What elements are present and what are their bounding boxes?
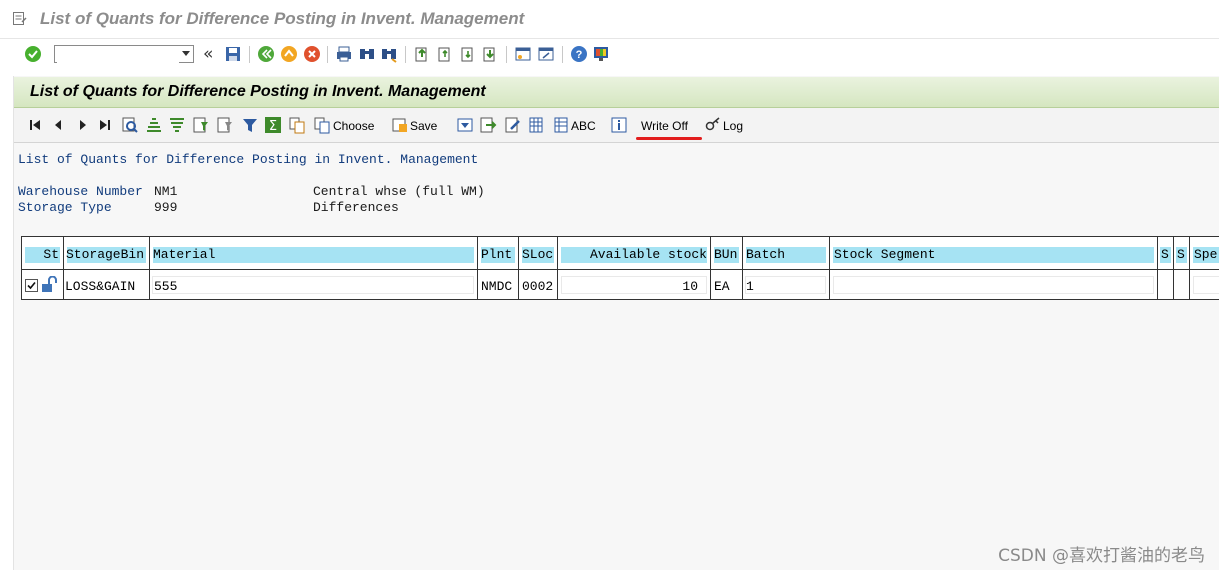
abc-analysis-icon[interactable] bbox=[552, 116, 570, 134]
work-area bbox=[13, 76, 1219, 570]
cell-material[interactable]: 555 bbox=[150, 269, 478, 300]
save-icon[interactable] bbox=[224, 45, 242, 63]
row-status-cell bbox=[22, 269, 64, 300]
exit-icon[interactable] bbox=[280, 45, 298, 63]
cell-s1[interactable] bbox=[1158, 269, 1174, 300]
next-row-icon[interactable] bbox=[74, 116, 92, 134]
delete-filter-icon[interactable] bbox=[216, 116, 234, 134]
spreadsheet-icon[interactable] bbox=[527, 116, 545, 134]
column-header-plnt[interactable]: Plnt bbox=[478, 237, 519, 269]
svg-text:?: ? bbox=[576, 49, 583, 61]
last-page-icon[interactable] bbox=[481, 45, 499, 63]
title-bar: List of Quants for Difference Posting in… bbox=[0, 0, 1219, 38]
edit-icon[interactable] bbox=[504, 116, 522, 134]
warehouse-value: NM1 bbox=[154, 184, 178, 199]
cell-special-stock[interactable] bbox=[1190, 269, 1219, 300]
column-header-material[interactable]: Material bbox=[150, 237, 478, 269]
choose-icon[interactable] bbox=[313, 116, 331, 134]
table-row[interactable]: LOSS&GAIN 555 NMDC 0002 10 EA 1 bbox=[22, 269, 1219, 300]
column-header-storagebin[interactable]: StorageBin bbox=[64, 237, 150, 269]
shortcut-icon[interactable] bbox=[537, 45, 555, 63]
save-button[interactable]: Save bbox=[410, 119, 437, 133]
find-next-icon[interactable] bbox=[380, 45, 398, 63]
sort-ascending-icon[interactable] bbox=[145, 116, 163, 134]
application-toolbar: Σ Choose Save ABC Write Off Log bbox=[14, 108, 1219, 143]
enter-icon[interactable] bbox=[24, 45, 42, 63]
help-icon[interactable]: ? bbox=[570, 45, 588, 63]
menu-icon[interactable] bbox=[13, 12, 27, 25]
export-icon[interactable] bbox=[479, 116, 497, 134]
watermark: CSDN @喜欢打酱油的老鸟 bbox=[998, 546, 1205, 566]
annotation-underline bbox=[636, 137, 702, 140]
column-header-s2[interactable]: S bbox=[1174, 237, 1190, 269]
separator bbox=[506, 46, 507, 63]
choose-button[interactable]: Choose bbox=[333, 119, 374, 133]
separator bbox=[249, 46, 250, 63]
column-header-batch[interactable]: Batch bbox=[743, 237, 830, 269]
warehouse-description: Central whse (full WM) bbox=[313, 184, 485, 199]
svg-text:Σ: Σ bbox=[269, 119, 277, 134]
log-icon[interactable] bbox=[704, 116, 722, 134]
cell-storage-bin[interactable]: LOSS&GAIN bbox=[64, 269, 150, 300]
storage-type-value: 999 bbox=[154, 200, 178, 215]
subtotal-icon[interactable] bbox=[288, 116, 306, 134]
print-preview-icon[interactable] bbox=[456, 116, 474, 134]
cell-plant[interactable]: NMDC bbox=[478, 269, 519, 300]
report-heading: List of Quants for Difference Posting in… bbox=[18, 152, 479, 167]
abc-button[interactable]: ABC bbox=[571, 119, 596, 133]
separator bbox=[327, 46, 328, 63]
set-filter-icon[interactable] bbox=[192, 116, 210, 134]
create-session-icon[interactable] bbox=[514, 45, 532, 63]
command-field[interactable] bbox=[54, 45, 194, 63]
page-title: List of Quants for Difference Posting in… bbox=[30, 83, 486, 100]
table-header-row: St StorageBin Material Plnt SLoc Availab… bbox=[22, 237, 1219, 270]
collapse-icon[interactable]: « bbox=[203, 44, 213, 64]
cell-stock-segment[interactable] bbox=[830, 269, 1158, 300]
column-header-sloc[interactable]: SLoc bbox=[519, 237, 558, 269]
previous-page-icon[interactable] bbox=[436, 45, 454, 63]
cell-s2[interactable] bbox=[1174, 269, 1190, 300]
customize-layout-icon[interactable] bbox=[592, 45, 610, 63]
storage-type-label: Storage Type bbox=[18, 200, 112, 215]
cell-bun[interactable]: EA bbox=[711, 269, 743, 300]
filter-icon[interactable] bbox=[241, 116, 259, 134]
cell-available-stock[interactable]: 10 bbox=[558, 269, 711, 300]
screen-header: List of Quants for Difference Posting in… bbox=[14, 77, 1219, 108]
storage-type-description: Differences bbox=[313, 200, 399, 215]
separator bbox=[405, 46, 406, 63]
first-page-icon[interactable] bbox=[413, 45, 431, 63]
cancel-icon[interactable] bbox=[303, 45, 321, 63]
info-icon[interactable] bbox=[610, 116, 628, 134]
details-icon[interactable] bbox=[121, 116, 139, 134]
separator bbox=[562, 46, 563, 63]
column-header-s1[interactable]: S bbox=[1158, 237, 1174, 269]
column-header-st[interactable]: St bbox=[22, 237, 64, 269]
column-header-bun[interactable]: BUn bbox=[711, 237, 743, 269]
total-icon[interactable]: Σ bbox=[264, 116, 282, 134]
quant-table: St StorageBin Material Plnt SLoc Availab… bbox=[21, 236, 1219, 300]
save-list-icon[interactable] bbox=[391, 116, 409, 134]
chevron-down-icon[interactable] bbox=[182, 51, 190, 56]
warehouse-label: Warehouse Number bbox=[18, 184, 143, 199]
print-icon[interactable] bbox=[335, 45, 353, 63]
find-icon[interactable] bbox=[358, 45, 376, 63]
column-header-stock-segment[interactable]: Stock Segment bbox=[830, 237, 1158, 269]
write-off-button[interactable]: Write Off bbox=[641, 119, 688, 133]
back-icon[interactable] bbox=[257, 45, 275, 63]
previous-row-icon[interactable] bbox=[49, 116, 67, 134]
column-header-special-stock[interactable]: Spe bbox=[1190, 237, 1219, 269]
checkbox-checked-icon[interactable] bbox=[25, 279, 38, 292]
next-page-icon[interactable] bbox=[459, 45, 477, 63]
unlocked-icon bbox=[42, 276, 57, 292]
first-row-icon[interactable] bbox=[26, 116, 44, 134]
cell-batch[interactable]: 1 bbox=[743, 269, 830, 300]
last-row-icon[interactable] bbox=[96, 116, 114, 134]
command-input[interactable] bbox=[57, 47, 179, 63]
cell-sloc[interactable]: 0002 bbox=[519, 269, 558, 300]
sort-descending-icon[interactable] bbox=[168, 116, 186, 134]
column-header-available-stock[interactable]: Available stock bbox=[558, 237, 711, 269]
system-toolbar: « ? bbox=[0, 38, 1219, 71]
log-button[interactable]: Log bbox=[723, 119, 743, 133]
window-title: List of Quants for Difference Posting in… bbox=[40, 9, 525, 28]
